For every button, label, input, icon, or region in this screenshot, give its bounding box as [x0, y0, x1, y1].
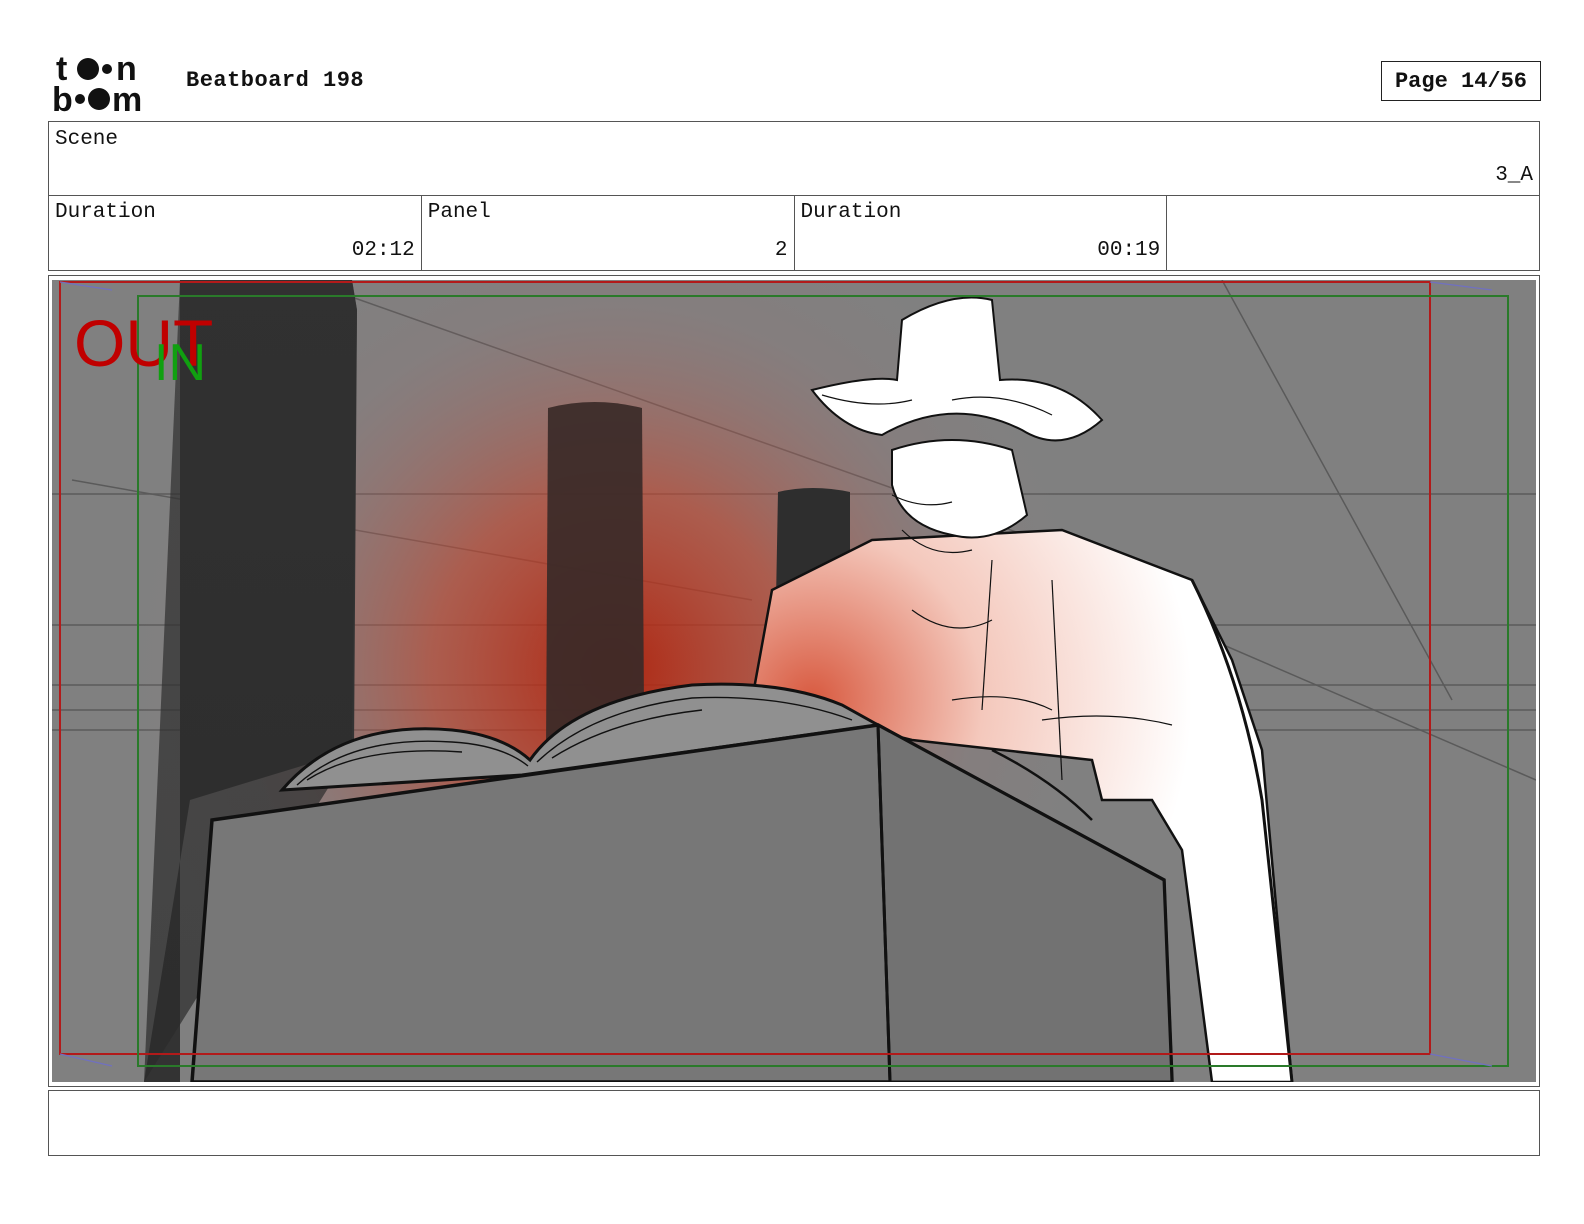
page-indicator: Page 14/56 — [1381, 61, 1541, 101]
panel-duration-value: 00:19 — [1097, 239, 1161, 262]
scene-value: 3_A — [1495, 164, 1533, 187]
scene-duration-value: 02:12 — [351, 239, 415, 262]
svg-text:m: m — [112, 81, 142, 114]
in-marker-label: IN — [154, 334, 206, 392]
info-row: Duration 02:12 Panel 2 Duration 00:19 — [48, 195, 1540, 271]
panel-duration-label: Duration — [800, 201, 902, 224]
panel-label: Panel — [427, 201, 491, 224]
document-title: Beatboard 198 — [186, 68, 365, 93]
scene-field: Scene 3_A — [48, 121, 1540, 196]
scene-label: Scene — [55, 128, 119, 151]
notes-box — [48, 1090, 1540, 1156]
svg-text:b: b — [52, 81, 73, 114]
panel-image: OUT IN — [52, 280, 1536, 1082]
panel-value: 2 — [774, 239, 788, 262]
scene-duration-cell: Duration 02:12 — [49, 195, 422, 270]
toonboom-logo: t n b m — [52, 52, 142, 114]
panel-duration-cell: Duration 00:19 — [795, 195, 1168, 270]
panel-cell: Panel 2 — [422, 195, 795, 270]
scene-duration-label: Duration — [55, 201, 156, 224]
empty-cell — [1167, 195, 1539, 270]
